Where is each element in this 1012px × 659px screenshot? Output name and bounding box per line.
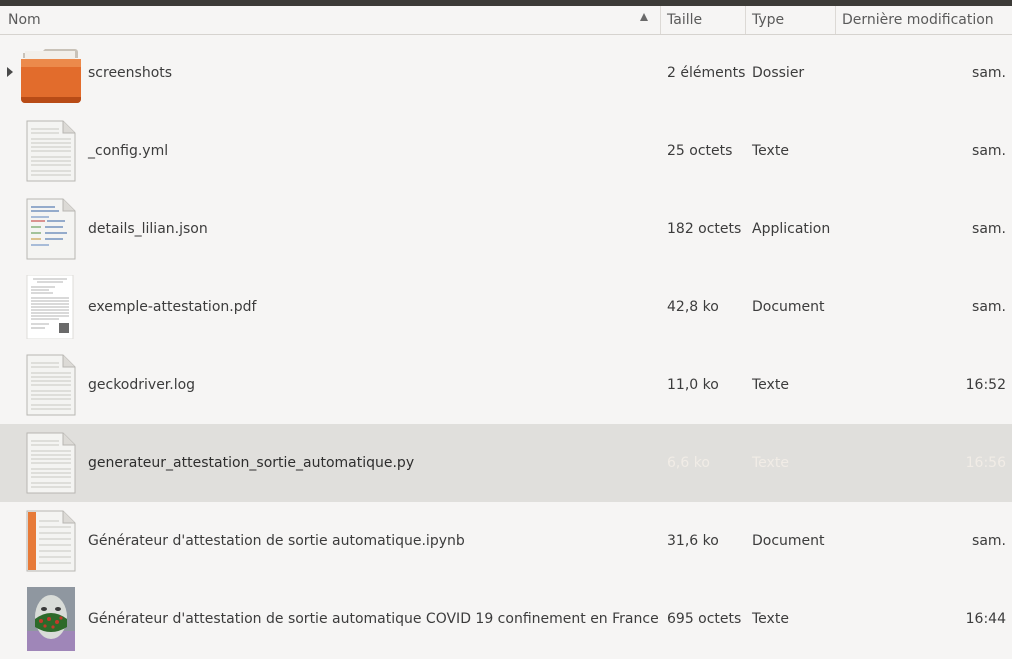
file-modified: 16:44: [965, 611, 1006, 627]
file-type: Texte: [752, 377, 789, 393]
file-type: Document: [752, 533, 825, 549]
file-name: geckodriver.log: [88, 377, 196, 393]
json-file-icon: [26, 198, 76, 260]
file-row[interactable]: Générateur d'attestation de sortie autom…: [0, 580, 1012, 658]
file-row[interactable]: screenshots 2 éléments Dossier sam.: [0, 34, 1012, 112]
file-modified: sam.: [972, 221, 1006, 237]
file-row[interactable]: details_lilian.json 182 octets Applicati…: [0, 190, 1012, 268]
file-size: 695 octets: [667, 611, 742, 627]
sort-ascending-icon: [640, 13, 648, 21]
file-modified: sam.: [972, 299, 1006, 315]
file-row[interactable]: Générateur d'attestation de sortie autom…: [0, 502, 1012, 580]
text-file-icon: [26, 354, 76, 416]
file-name: generateur_attestation_sortie_automatiqu…: [88, 455, 415, 471]
file-name: exemple-attestation.pdf: [88, 299, 257, 315]
file-name: Générateur d'attestation de sortie autom…: [88, 611, 659, 627]
file-modified: sam.: [972, 533, 1006, 549]
file-name: Générateur d'attestation de sortie autom…: [88, 533, 465, 549]
column-header-name[interactable]: Nom: [0, 6, 661, 34]
file-name: screenshots: [88, 65, 173, 81]
file-row[interactable]: _config.yml 25 octets Texte sam.: [0, 112, 1012, 190]
file-size: 42,8 ko: [667, 299, 719, 315]
pdf-file-icon: [26, 275, 74, 339]
file-modified: sam.: [972, 65, 1006, 81]
file-name: _config.yml: [88, 143, 169, 159]
column-header-size[interactable]: Taille: [661, 6, 746, 34]
file-type: Texte: [752, 143, 789, 159]
column-header-modified[interactable]: Dernière modification: [836, 6, 1012, 34]
folder-icon: [21, 49, 81, 103]
file-type: Document: [752, 299, 825, 315]
file-list: screenshots 2 éléments Dossier sam. _con…: [0, 34, 1012, 659]
column-header-bar: Nom Taille Type Dernière modification: [0, 6, 1012, 35]
file-size: 2 éléments: [667, 65, 746, 81]
file-row-selected[interactable]: generateur_attestation_sortie_automatiqu…: [0, 424, 1012, 502]
file-type: Dossier: [752, 65, 805, 81]
column-header-type[interactable]: Type: [746, 6, 836, 34]
text-file-icon: [26, 432, 76, 494]
image-thumbnail-icon: [27, 587, 75, 651]
file-size: 11,0 ko: [667, 377, 719, 393]
column-header-type-label: Type: [752, 12, 785, 28]
file-row[interactable]: exemple-attestation.pdf 42,8 ko Document…: [0, 268, 1012, 346]
column-header-name-label: Nom: [8, 12, 41, 28]
file-size: 25 octets: [667, 143, 733, 159]
file-type: Texte: [752, 455, 789, 471]
column-header-modified-label: Dernière modification: [842, 12, 994, 28]
file-modified: 16:52: [965, 377, 1006, 393]
file-size: 182 octets: [667, 221, 742, 237]
file-modified: 16:56: [965, 455, 1006, 471]
notebook-file-icon: [26, 510, 76, 572]
column-header-size-label: Taille: [667, 12, 703, 28]
file-row[interactable]: geckodriver.log 11,0 ko Texte 16:52: [0, 346, 1012, 424]
expand-arrow-icon[interactable]: [7, 67, 13, 77]
file-name: details_lilian.json: [88, 221, 208, 237]
file-type: Application: [752, 221, 831, 237]
text-file-icon: [26, 120, 76, 182]
file-size: 6,6 ko: [667, 455, 710, 471]
file-modified: sam.: [972, 143, 1006, 159]
file-type: Texte: [752, 611, 789, 627]
file-size: 31,6 ko: [667, 533, 719, 549]
